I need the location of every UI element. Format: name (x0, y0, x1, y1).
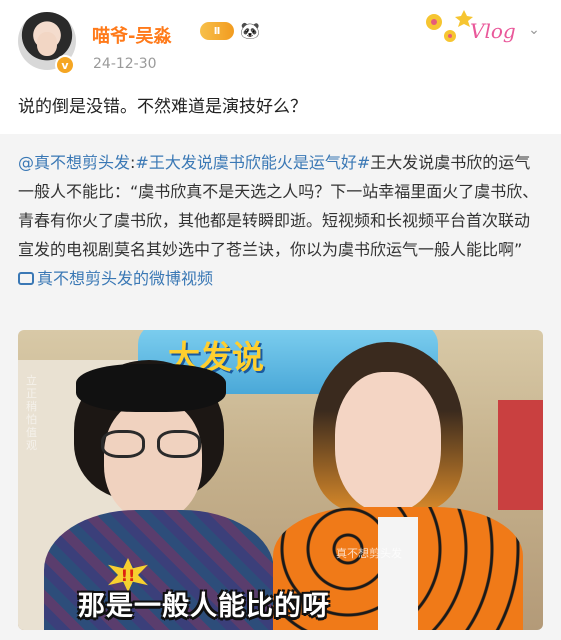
rank-badge: Ⅱ (200, 22, 234, 40)
post-text: 说的倒是没错。不然难道是演技好么？ (18, 97, 307, 117)
person-left-face (104, 400, 202, 520)
person-right-face (335, 372, 441, 512)
glasses (101, 430, 205, 460)
video-link[interactable]: 真不想剪头发的微博视频 (18, 269, 213, 288)
repost-card[interactable]: @真不想剪头发:#王大发说虞书欣能火是运气好#王大发说虞书欣的运气一般人不能比：… (0, 134, 561, 640)
post-timestamp: 24-12-30 (93, 56, 157, 72)
verified-badge: v (55, 55, 75, 75)
post-header: v 喵爷-吴淼 Ⅱ 🐼 24-12-30 Vlog ⌄ (0, 0, 561, 84)
hashtag-link[interactable]: #王大发说虞书欣能火是运气好# (135, 153, 370, 172)
video-thumbnail[interactable]: 大发说 立正稍怕值观 真不想剪头发 !! 那是一般人能比的呀 (18, 330, 543, 630)
background-red-panel (498, 400, 543, 510)
person-left-bow (76, 364, 226, 412)
vlog-sticker-text: Vlog (470, 19, 516, 43)
vlog-sticker: Vlog (426, 10, 516, 43)
panda-icon: 🐼 (240, 21, 260, 40)
video-link-icon (18, 272, 34, 285)
mention-link[interactable]: @真不想剪头发 (18, 153, 130, 172)
avatar-face (37, 32, 57, 56)
repost-text: @真不想剪头发:#王大发说虞书欣能火是运气好#王大发说虞书欣的运气一般人不能比：… (18, 148, 543, 293)
chevron-down-icon[interactable]: ⌄ (524, 22, 544, 38)
person-right-shirt (378, 517, 418, 630)
username[interactable]: 喵爷-吴淼 (92, 22, 171, 48)
watermark-right: 真不想剪头发 (336, 547, 402, 560)
watermark-left: 立正稍怕值观 (26, 374, 37, 452)
video-link-label: 真不想剪头发的微博视频 (37, 269, 214, 288)
video-caption: 那是一般人能比的呀 (78, 591, 330, 622)
